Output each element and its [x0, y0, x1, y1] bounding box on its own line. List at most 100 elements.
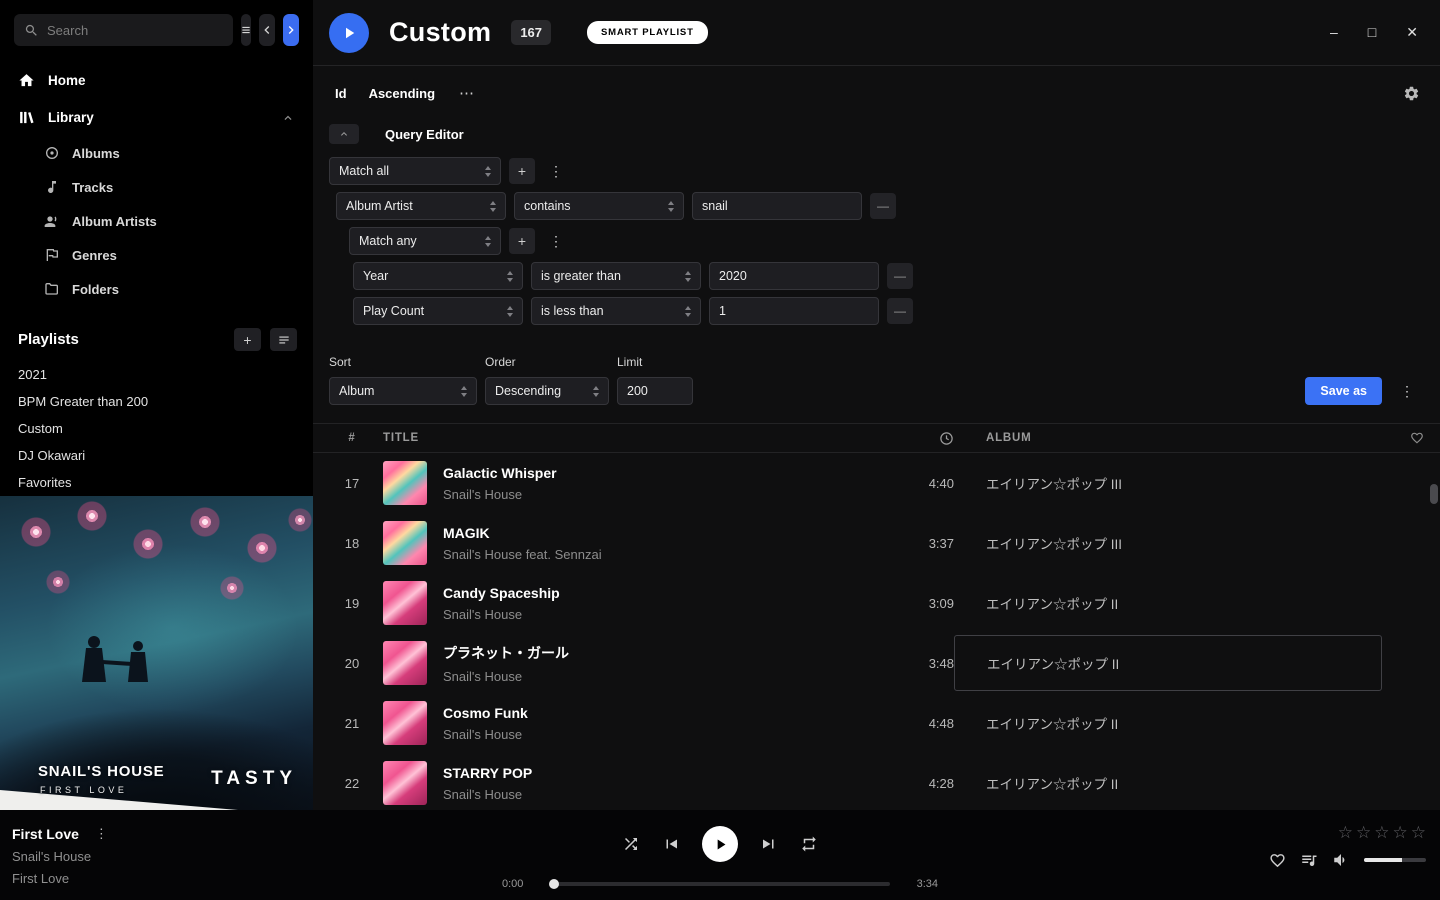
query-editor: Match all + ⋮ Album Artist contains — [313, 157, 1440, 325]
rule-field-select[interactable]: Play Count — [353, 297, 523, 325]
save-as-button[interactable]: Save as — [1305, 377, 1382, 405]
sidebar-item-album-artists[interactable]: Album Artists — [0, 204, 313, 238]
volume-icon-button[interactable] — [1332, 851, 1350, 869]
nav-forward-button[interactable] — [283, 14, 299, 46]
rule-operator-select[interactable]: contains — [514, 192, 684, 220]
search-input[interactable] — [47, 23, 223, 38]
sort-direction-button[interactable]: Ascending — [369, 86, 435, 101]
more-options-button[interactable]: ⋯ — [459, 84, 475, 102]
rule-value-input[interactable] — [702, 199, 852, 213]
match-mode-select[interactable]: Match all — [329, 157, 501, 185]
add-playlist-button[interactable]: + — [234, 328, 261, 351]
order-select[interactable]: Descending — [485, 377, 609, 405]
sidebar-item-albums[interactable]: Albums — [0, 136, 313, 170]
play-pause-button[interactable] — [702, 826, 738, 862]
column-album[interactable]: ALBUM — [954, 432, 1394, 444]
menu-button[interactable]: ≡ — [241, 14, 251, 46]
playlist-item[interactable]: Custom — [0, 415, 313, 442]
save-menu-button[interactable]: ⋮ — [1394, 378, 1420, 404]
rule-operator-select[interactable]: is less than — [531, 297, 701, 325]
rule-field-select[interactable]: Year — [353, 262, 523, 290]
queue-button[interactable] — [1300, 851, 1318, 869]
track-album[interactable]: エイリアン☆ポップ II — [954, 573, 1394, 633]
rule-value-input[interactable] — [719, 269, 869, 283]
favorite-button[interactable] — [1269, 852, 1286, 869]
playlist-item[interactable]: BPM Greater than 200 — [0, 388, 313, 415]
now-playing-artwork[interactable]: SNAIL'S HOUSE FIRST LOVE TASTY — [0, 496, 313, 810]
star-icon[interactable]: ☆ — [1411, 824, 1426, 841]
track-artist: Snail's House — [443, 787, 898, 802]
sidebar-item-tracks[interactable]: Tracks — [0, 170, 313, 204]
track-album[interactable]: エイリアン☆ポップ II — [954, 693, 1394, 753]
repeat-button[interactable] — [800, 835, 818, 853]
collapse-query-editor-button[interactable] — [329, 124, 359, 144]
minus-icon: — — [894, 304, 906, 318]
remove-rule-button[interactable]: — — [870, 193, 896, 219]
limit-input[interactable] — [627, 384, 683, 398]
playlist-list-button[interactable] — [270, 328, 297, 351]
track-meta: Candy Spaceship Snail's House — [443, 585, 898, 622]
nav-back-button[interactable] — [259, 14, 275, 46]
track-album-focused[interactable]: エイリアン☆ポップ II — [954, 635, 1382, 691]
minimize-button[interactable]: – — [1330, 24, 1338, 41]
seek-bar[interactable] — [550, 882, 890, 886]
track-title: プラネット・ガール — [443, 643, 898, 663]
shuffle-button[interactable] — [622, 835, 640, 853]
track-number: 22 — [337, 776, 367, 791]
sort-field-button[interactable]: Id — [335, 86, 347, 101]
close-button[interactable]: ✕ — [1406, 24, 1418, 41]
rule-operator-select[interactable]: is greater than — [531, 262, 701, 290]
scrollbar-thumb[interactable] — [1430, 484, 1438, 504]
remove-rule-button[interactable]: — — [887, 263, 913, 289]
playlist-item[interactable]: DJ Okawari — [0, 442, 313, 469]
track-album[interactable]: エイリアン☆ポップ III — [954, 513, 1394, 573]
playlist-item[interactable]: 2021 — [0, 361, 313, 388]
previous-track-button[interactable] — [662, 835, 680, 853]
sort-select[interactable]: Album — [329, 377, 477, 405]
track-album[interactable]: エイリアン☆ポップ III — [954, 453, 1394, 513]
settings-button[interactable] — [1403, 85, 1420, 102]
maximize-button[interactable]: □ — [1368, 24, 1376, 41]
track-table-header[interactable]: # TITLE ALBUM — [313, 423, 1440, 453]
search-box[interactable] — [14, 14, 233, 46]
group-menu-button[interactable]: ⋮ — [543, 228, 569, 254]
chevron-left-icon — [259, 22, 275, 38]
track-album[interactable]: エイリアン☆ポップ II — [954, 753, 1394, 813]
star-icon[interactable]: ☆ — [1393, 824, 1408, 841]
group-menu-button[interactable]: ⋮ — [543, 158, 569, 184]
add-rule-button[interactable]: + — [509, 228, 535, 254]
star-icon[interactable]: ☆ — [1374, 824, 1389, 841]
track-row[interactable]: 19 Candy Spaceship Snail's House 3:09 エイ… — [313, 573, 1440, 633]
next-track-button[interactable] — [760, 835, 778, 853]
rule-field-select[interactable]: Album Artist — [336, 192, 506, 220]
sidebar-item-folders[interactable]: Folders — [0, 272, 313, 306]
query-rule: Play Count is less than — — [313, 297, 1440, 325]
match-mode-select[interactable]: Match any — [349, 227, 501, 255]
column-favorite[interactable] — [1394, 431, 1440, 445]
sidebar-item-genres[interactable]: Genres — [0, 238, 313, 272]
now-playing-menu-button[interactable]: ⋮ — [95, 826, 108, 842]
track-row[interactable]: 18 MAGIK Snail's House feat. Sennzai 3:3… — [313, 513, 1440, 573]
column-number[interactable]: # — [337, 432, 367, 444]
track-row[interactable]: 21 Cosmo Funk Snail's House 4:48 エイリアン☆ポ… — [313, 693, 1440, 753]
volume-slider[interactable] — [1364, 858, 1426, 862]
seek-handle[interactable] — [549, 879, 559, 889]
remove-rule-button[interactable]: — — [887, 298, 913, 324]
sidebar-item-library[interactable]: Library — [0, 99, 313, 136]
track-row[interactable]: 20 プラネット・ガール Snail's House 3:48 エイリアン☆ポッ… — [313, 633, 1440, 693]
column-title[interactable]: TITLE — [383, 432, 898, 444]
add-rule-button[interactable]: + — [509, 158, 535, 184]
sidebar-item-label: Albums — [72, 146, 120, 161]
rule-value-input[interactable] — [719, 304, 869, 318]
sidebar: ≡ Home — [0, 0, 313, 810]
track-row[interactable]: 17 Galactic Whisper Snail's House 4:40 エ… — [313, 453, 1440, 513]
star-icon[interactable]: ☆ — [1338, 824, 1353, 841]
sidebar-item-home[interactable]: Home — [0, 62, 313, 99]
track-artist: Snail's House feat. Sennzai — [443, 547, 898, 562]
play-playlist-button[interactable] — [329, 13, 369, 53]
star-icon[interactable]: ☆ — [1356, 824, 1371, 841]
track-row[interactable]: 22 STARRY POP Snail's House 4:28 エイリアン☆ポ… — [313, 753, 1440, 813]
column-duration[interactable] — [898, 431, 954, 446]
playlist-item[interactable]: Favorites — [0, 469, 313, 496]
chevron-up-icon[interactable] — [281, 111, 295, 125]
